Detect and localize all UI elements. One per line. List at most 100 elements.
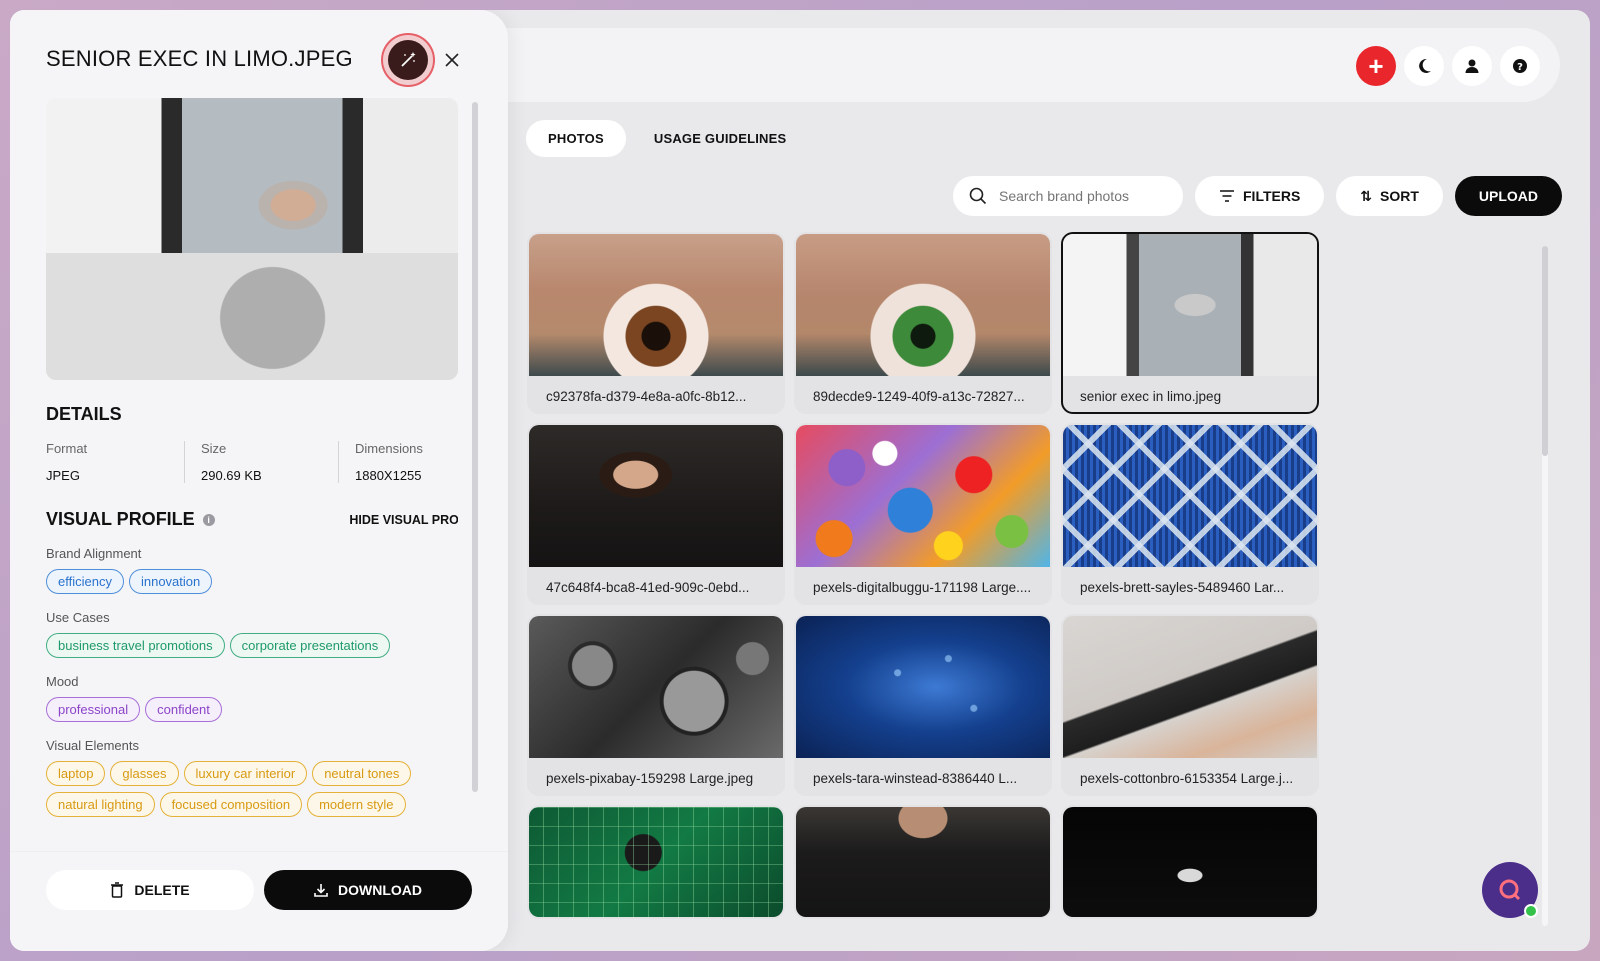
sort-button[interactable]: ⇅ SORT <box>1336 176 1443 216</box>
photo-card[interactable]: pexels-digitalbuggu-171198 Large.... <box>794 423 1052 605</box>
detail-value: 1880X1255 <box>355 468 422 483</box>
photo-caption: senior exec in limo.jpeg <box>1080 388 1222 404</box>
svg-text:?: ? <box>1517 62 1523 73</box>
photo-thumbnail <box>796 234 1050 376</box>
info-icon[interactable]: i <box>202 513 215 526</box>
photo-card[interactable]: pexels-pixabay-159298 Large.jpeg <box>527 614 785 796</box>
search-icon <box>969 187 987 205</box>
detail-format: Format JPEG <box>46 441 184 483</box>
ai-magic-button[interactable] <box>388 40 428 80</box>
visual-elements-label: Visual Elements <box>46 738 139 753</box>
photo-thumbnail <box>1063 616 1317 758</box>
photo-card[interactable]: 89decde9-1249-40f9-a13c-72827... <box>794 232 1052 414</box>
photo-thumbnail <box>529 807 783 917</box>
photo-toolbar: FILTERS ⇅ SORT UPLOAD <box>953 176 1563 216</box>
photo-caption: pexels-tara-winstead-8386440 L... <box>813 770 1018 786</box>
photo-thumbnail <box>796 616 1050 758</box>
tag[interactable]: neutral tones <box>312 761 412 786</box>
photo-card[interactable]: pexels-brett-sayles-5489460 Lar... <box>1061 423 1319 605</box>
use-cases-tags: business travel promotions corporate pre… <box>46 633 458 658</box>
use-cases-label: Use Cases <box>46 610 110 625</box>
grid-scrollbar[interactable] <box>1542 246 1548 926</box>
tab-photos[interactable]: PHOTOS <box>526 120 626 157</box>
download-label: DOWNLOAD <box>338 882 422 898</box>
tag[interactable]: business travel promotions <box>46 633 225 658</box>
detail-size: Size 290.69 KB <box>184 441 338 483</box>
download-icon <box>314 884 328 897</box>
photo-caption: pexels-cottonbro-6153354 Large.j... <box>1080 770 1294 786</box>
search-box <box>953 176 1183 216</box>
online-status-dot <box>1524 904 1538 918</box>
photo-card-selected[interactable]: senior exec in limo.jpeg <box>1061 232 1319 414</box>
tag[interactable]: efficiency <box>46 569 124 594</box>
upload-label: UPLOAD <box>1478 188 1539 204</box>
moon-icon <box>1419 58 1431 73</box>
delete-button[interactable]: DELETE <box>46 870 254 910</box>
filters-label: FILTERS <box>1243 188 1301 204</box>
photo-thumbnail <box>529 616 783 758</box>
tag[interactable]: innovation <box>128 569 213 594</box>
photo-card[interactable]: pexels-cottonbro-6153354 Large.j... <box>1061 614 1319 796</box>
photo-caption: 89decde9-1249-40f9-a13c-72827... <box>813 388 1025 404</box>
photo-grid: c92378fa-d379-4e8a-a0fc-8b12... 89decde9… <box>527 232 1319 919</box>
drawer-title: SENIOR EXEC IN LIMO.JPEG <box>46 46 353 71</box>
tag[interactable]: natural lighting <box>46 792 155 817</box>
photo-card[interactable] <box>794 805 1052 919</box>
photo-caption: c92378fa-d379-4e8a-a0fc-8b12... <box>546 388 747 404</box>
detail-label: Format <box>46 441 88 456</box>
photo-card[interactable]: c92378fa-d379-4e8a-a0fc-8b12... <box>527 232 785 414</box>
filters-button[interactable]: FILTERS <box>1195 176 1325 216</box>
help-button[interactable]: ? <box>1500 46 1540 86</box>
photo-thumbnail <box>796 807 1050 917</box>
chat-icon <box>1499 879 1521 901</box>
add-button[interactable]: + <box>1356 46 1396 86</box>
tag[interactable]: confident <box>145 697 222 722</box>
visual-elements-tags: laptop glasses luxury car interior neutr… <box>46 761 458 817</box>
detail-label: Dimensions <box>355 441 423 456</box>
photo-caption: pexels-brett-sayles-5489460 Lar... <box>1080 579 1285 595</box>
trash-icon <box>111 882 124 898</box>
detail-dimensions: Dimensions 1880X1255 <box>338 441 439 483</box>
details-row: Format JPEG Size 290.69 KB Dimensions 18… <box>46 441 458 483</box>
photo-thumbnail <box>529 425 783 567</box>
search-input[interactable] <box>999 188 1139 204</box>
drawer-scrollbar[interactable] <box>472 102 478 792</box>
photo-caption: pexels-pixabay-159298 Large.jpeg <box>546 770 754 786</box>
delete-label: DELETE <box>134 882 190 898</box>
photo-caption: 47c648f4-bca8-41ed-909c-0ebd... <box>546 579 750 595</box>
tag[interactable]: focused composition <box>159 792 303 817</box>
details-heading: DETAILS <box>46 404 122 424</box>
upload-button[interactable]: UPLOAD <box>1454 176 1563 216</box>
tab-bar: PHOTOS USAGE GUIDELINES <box>526 120 808 157</box>
close-drawer-button[interactable] <box>438 46 466 74</box>
tag[interactable]: professional <box>46 697 141 722</box>
grid-scrollbar-thumb[interactable] <box>1542 246 1548 456</box>
plus-icon: + <box>1368 50 1384 81</box>
filter-icon <box>1220 190 1234 202</box>
tab-usage-guidelines[interactable]: USAGE GUIDELINES <box>632 120 809 157</box>
download-button[interactable]: DOWNLOAD <box>264 870 472 910</box>
chat-button[interactable] <box>1482 862 1538 918</box>
mood-label: Mood <box>46 674 79 689</box>
tag[interactable]: corporate presentations <box>229 633 391 658</box>
profile-button[interactable] <box>1452 46 1492 86</box>
drawer-content: DETAILS Format JPEG Size 290.69 KB Dimen… <box>46 98 458 840</box>
photo-thumbnail <box>529 234 783 376</box>
photo-thumbnail <box>1063 807 1317 917</box>
tag[interactable]: laptop <box>46 761 106 786</box>
photo-card[interactable] <box>527 805 785 919</box>
user-icon <box>1465 59 1479 73</box>
help-icon: ? <box>1513 59 1527 73</box>
magic-wand-icon <box>401 52 416 67</box>
photo-detail-drawer: SENIOR EXEC IN LIMO.JPEG DETAILS Format … <box>10 10 508 951</box>
tag[interactable]: modern style <box>307 792 406 817</box>
theme-toggle-button[interactable] <box>1404 46 1444 86</box>
photo-card[interactable]: pexels-tara-winstead-8386440 L... <box>794 614 1052 796</box>
app-window: + ? PHOTOS USAGE GUIDELINES FILTERS ⇅ SO… <box>10 10 1590 951</box>
photo-card[interactable] <box>1061 805 1319 919</box>
visual-profile-title: VISUAL PROFILE <box>46 509 195 529</box>
tag[interactable]: glasses <box>110 761 179 786</box>
tag[interactable]: luxury car interior <box>183 761 308 786</box>
hide-visual-profile-button[interactable]: HIDE VISUAL PROFI <box>349 513 458 527</box>
photo-card[interactable]: 47c648f4-bca8-41ed-909c-0ebd... <box>527 423 785 605</box>
